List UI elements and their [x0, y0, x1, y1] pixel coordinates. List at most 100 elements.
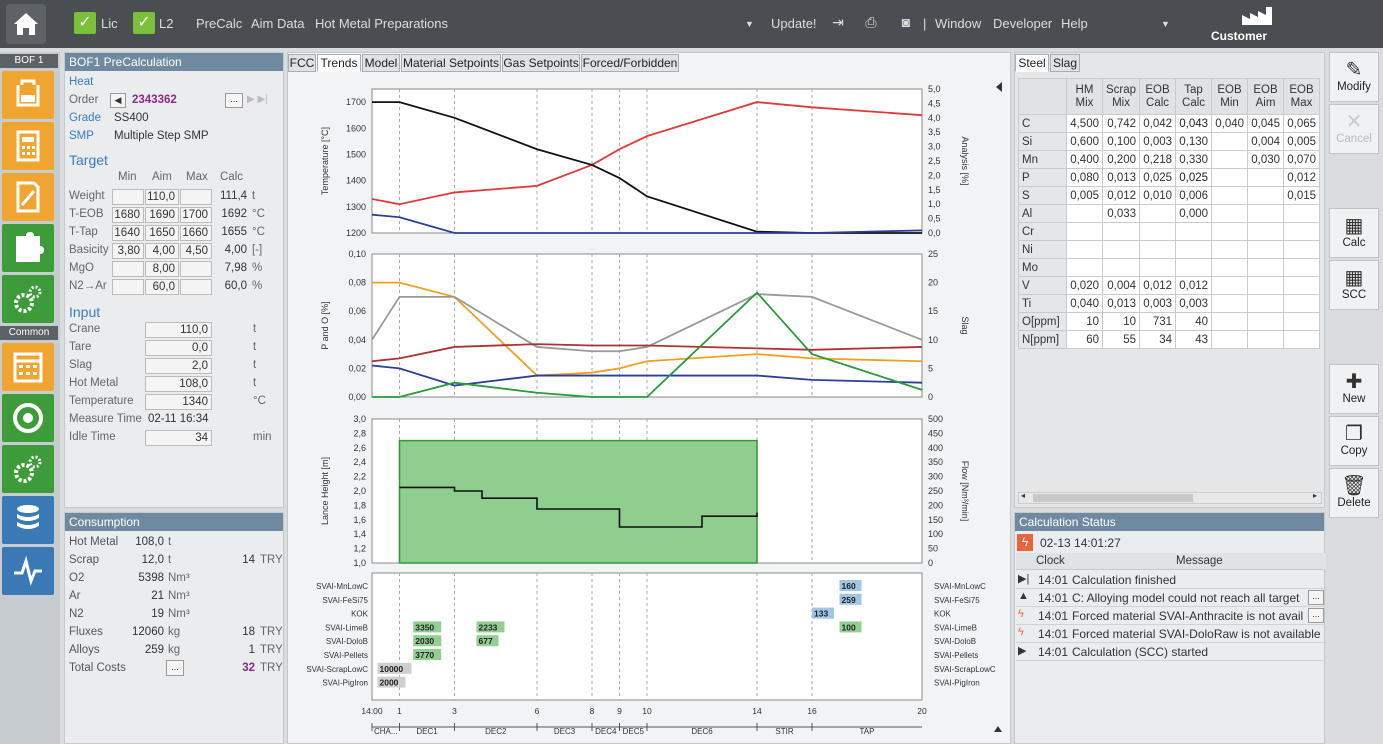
element-label: O[ppm]	[1018, 312, 1067, 331]
element-value: 0,040	[1211, 114, 1249, 133]
tab-model[interactable]: Model	[362, 54, 400, 72]
target-max-field[interactable]	[180, 279, 212, 295]
user-dropdown-icon[interactable]: ▼	[1161, 19, 1170, 29]
home-button[interactable]	[6, 4, 46, 44]
target-aim-field[interactable]: 1690	[145, 207, 179, 223]
camera-icon[interactable]: ◙	[897, 14, 915, 32]
y2-tick-label: 350	[928, 457, 943, 467]
target-aim-field[interactable]: 110,0	[145, 189, 179, 205]
message-clock: 14:01	[1038, 591, 1069, 605]
scrollbar-thumb[interactable]	[1033, 494, 1193, 502]
message-more-button[interactable]: ...	[1308, 590, 1324, 605]
tab-steel[interactable]: Steel	[1015, 54, 1049, 72]
scroll-right-icon[interactable]: ▸	[1313, 491, 1317, 500]
l2-checkbox[interactable]: ✓	[133, 12, 155, 34]
target-aim-field[interactable]: 4,00	[145, 243, 179, 259]
element-value: 0,013	[1101, 168, 1141, 187]
scroll-left-icon[interactable]: ◂	[1021, 491, 1025, 500]
target-min-field[interactable]	[112, 189, 144, 205]
element-label: Si	[1018, 132, 1067, 151]
element-value: 0,742	[1101, 114, 1141, 133]
target-min-field[interactable]: 1680	[112, 207, 144, 223]
target-max-field[interactable]	[180, 189, 212, 205]
menu-developer[interactable]: Developer	[993, 16, 1052, 31]
print-icon[interactable]: ⎙	[862, 14, 880, 32]
target-aim-field[interactable]: 8,00	[145, 261, 179, 277]
tab-trends[interactable]: Trends	[317, 54, 361, 72]
calc-button[interactable]: ▦ Calc	[1329, 208, 1379, 258]
document-tile[interactable]	[2, 173, 54, 221]
ladle-tile[interactable]	[2, 71, 54, 119]
horizontal-scrollbar[interactable]: ◂ ▸	[1018, 491, 1322, 504]
status-icon: ϟ	[1018, 608, 1024, 620]
signal-tile[interactable]	[2, 547, 54, 595]
consumption-unit: Nm³	[168, 572, 190, 584]
element-value	[1247, 258, 1285, 277]
input-field[interactable]: 108,0	[145, 376, 212, 392]
logout-icon[interactable]: ⇥	[829, 14, 847, 32]
tab-slag[interactable]: Slag	[1050, 54, 1080, 72]
gears-tile[interactable]	[2, 275, 54, 323]
consumption-cost: 14	[242, 554, 255, 566]
delete-button[interactable]: 🗑 Delete	[1329, 468, 1379, 518]
element-value	[1283, 312, 1321, 331]
prev-order-button[interactable]: ◀	[110, 93, 126, 108]
tab-material-setpoints[interactable]: Material Setpoints	[401, 54, 501, 72]
copy-button[interactable]: ❐ Copy	[1329, 416, 1379, 466]
message-row: ▶ 14:01 Calculation (SCC) started	[1016, 643, 1326, 661]
calculator-tile[interactable]	[2, 122, 54, 170]
input-field[interactable]: 0,0	[145, 340, 212, 356]
tab-forced-forbidden[interactable]: Forced/Forbidden	[581, 54, 679, 72]
element-value	[1283, 204, 1321, 223]
consumption-unit: kg	[168, 644, 181, 656]
menu-aim-data[interactable]: Aim Data	[251, 16, 304, 31]
total-costs-more-button[interactable]: ...	[166, 660, 184, 676]
target-aim-field[interactable]: 1650	[145, 225, 179, 241]
dropdown-icon[interactable]: ▼	[745, 19, 754, 29]
modify-button[interactable]: ✎ Modify	[1329, 52, 1379, 102]
order-value: 2343362	[132, 94, 177, 106]
order-more-button[interactable]: ...	[225, 93, 243, 108]
new-button[interactable]: ✚ New	[1329, 364, 1379, 414]
element-value: 0,040	[1066, 294, 1103, 313]
target-min-field[interactable]	[112, 279, 144, 295]
target-max-field[interactable]: 1660	[180, 225, 212, 241]
target-max-field[interactable]: 1700	[180, 207, 212, 223]
target-min-field[interactable]: 1640	[112, 225, 144, 241]
menu-precalc[interactable]: PreCalc	[196, 16, 242, 31]
input-field[interactable]: 110,0	[145, 322, 212, 338]
menu-window[interactable]: Window	[935, 16, 981, 31]
scc-button[interactable]: ▦ SCC	[1329, 260, 1379, 310]
input-field[interactable]: 2,0	[145, 358, 212, 374]
input-field[interactable]: 34	[145, 430, 212, 446]
puzzle-tile[interactable]	[2, 224, 54, 272]
target-tile[interactable]	[2, 394, 54, 442]
menu-help[interactable]: Help	[1061, 16, 1088, 31]
y2-tick-label: 450	[928, 428, 943, 438]
update-button[interactable]: Update!	[771, 16, 817, 31]
target-min-field[interactable]	[112, 261, 144, 277]
next-order-button[interactable]: ▶ ▶|	[247, 94, 268, 105]
message-more-button[interactable]: ...	[1308, 608, 1324, 623]
element-label: C	[1018, 114, 1067, 133]
smp-label: SMP	[69, 130, 94, 142]
lic-checkbox[interactable]: ✓	[74, 12, 96, 34]
target-max-field[interactable]	[180, 261, 212, 277]
settings-tile[interactable]	[2, 445, 54, 493]
consumption-currency: TRY	[260, 554, 283, 566]
cancel-button[interactable]: ✕ Cancel	[1329, 104, 1379, 154]
element-label: V	[1018, 276, 1067, 295]
database-tile[interactable]	[2, 496, 54, 544]
target-calc-value: 7,98	[224, 262, 247, 274]
target-max-field[interactable]: 4,50	[180, 243, 212, 259]
tab-gas-setpoints[interactable]: Gas Setpoints	[502, 54, 580, 72]
element-value: 0,013	[1101, 294, 1141, 313]
menu-hot-metal[interactable]: Hot Metal Preparations	[315, 16, 448, 31]
message-text: C: Alloying model could not reach all ta…	[1072, 591, 1300, 605]
tab-fcc[interactable]: FCC	[288, 54, 316, 72]
calendar-tile[interactable]	[2, 343, 54, 391]
target-min-field[interactable]: 3,80	[112, 243, 144, 259]
x-tick-label: 14:00	[361, 706, 383, 716]
input-field[interactable]: 1340	[145, 394, 212, 410]
target-aim-field[interactable]: 60,0	[145, 279, 179, 295]
